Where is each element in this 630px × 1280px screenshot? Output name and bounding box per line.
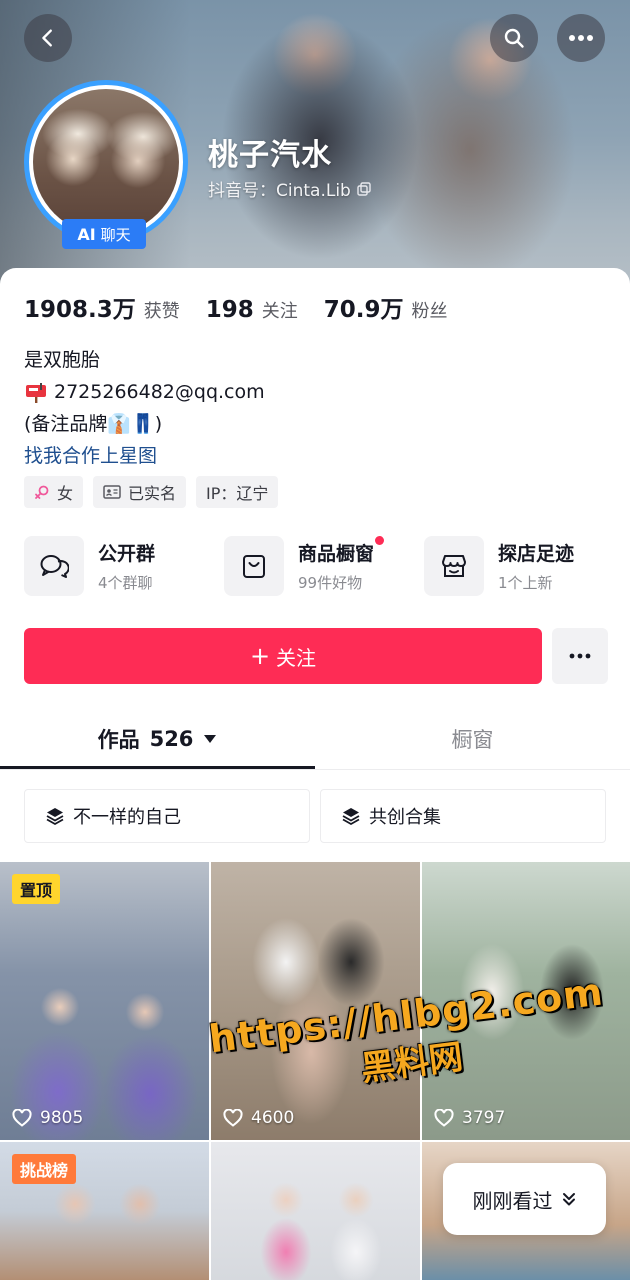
douyin-id-row[interactable]: 抖音号：Cinta.Lib: [208, 176, 371, 201]
tab-works-count: 526: [149, 727, 194, 751]
service-title: 公开群: [98, 543, 156, 565]
collections-row: 不一样的自己 共创合集: [24, 789, 606, 843]
tag-label: 已实名: [128, 484, 177, 503]
tab-window[interactable]: 橱窗: [315, 708, 630, 770]
stat-followers[interactable]: 70.9万 粉丝: [324, 290, 448, 324]
search-icon: [504, 28, 524, 48]
stat-label: 粉丝: [411, 301, 448, 322]
video-likes: 3797: [434, 1108, 505, 1128]
mailbox-icon: [26, 383, 46, 403]
video-likes: 4600: [223, 1108, 294, 1128]
stat-label: 关注: [261, 301, 298, 322]
bio-line: 是双胞胎: [24, 349, 101, 371]
search-button[interactable]: [490, 14, 538, 62]
more-options-button[interactable]: [557, 14, 605, 62]
tag-label: IP：辽宁: [206, 484, 269, 503]
layers-icon: [46, 808, 64, 826]
heart-icon: [434, 1109, 454, 1127]
id-card-icon: [103, 485, 121, 499]
just-watched-button[interactable]: 刚刚看过: [443, 1163, 606, 1235]
more-dots-icon: [569, 35, 593, 41]
service-icon-box: [424, 536, 484, 596]
challenge-chart-badge: 挑战榜: [12, 1154, 77, 1184]
plus-icon: +: [249, 642, 271, 670]
avatar-image: [33, 89, 179, 235]
service-public-group[interactable]: 公开群 4个群聊: [24, 536, 224, 596]
tag-ip: IP：辽宁: [196, 476, 279, 508]
stat-value: 198: [205, 297, 254, 323]
follow-more-button[interactable]: [552, 628, 608, 684]
service-subtitle: 1个上新: [498, 574, 553, 592]
heart-icon: [223, 1109, 243, 1127]
follow-label: 关注: [276, 645, 317, 670]
bio: 是双胞胎 2725266482@qq.com (备注品牌👔👖) 找我合作上星图: [24, 344, 265, 472]
tab-works[interactable]: 作品 526: [0, 708, 315, 770]
pinned-badge: 置顶: [12, 874, 61, 904]
douyin-id-text: 抖音号：Cinta.Lib: [208, 181, 351, 201]
tag-label: 女: [57, 484, 74, 503]
content-tabs: 作品 526 橱窗: [0, 708, 630, 770]
service-icon-box: [24, 536, 84, 596]
action-row: + 关注: [24, 628, 608, 684]
shopping-bag-icon: [243, 555, 265, 578]
just-watched-label: 刚刚看过: [472, 1188, 553, 1213]
chevron-left-icon: [42, 29, 52, 47]
collection-label: 共创合集: [369, 807, 441, 828]
likes-count: 3797: [462, 1108, 506, 1128]
video-thumbnail[interactable]: [211, 1142, 420, 1280]
bio-email: 2725266482@qq.com: [54, 381, 265, 403]
double-chevron-down-icon: [562, 1193, 575, 1206]
video-thumbnail[interactable]: 挑战榜: [0, 1142, 209, 1280]
tab-active-indicator: [0, 766, 315, 769]
service-text: 商品橱窗 99件好物: [298, 536, 385, 593]
likes-count: 4600: [251, 1108, 295, 1128]
stat-value: 1908.3万: [24, 297, 136, 323]
service-title: 探店足迹: [498, 543, 575, 565]
heart-icon: [12, 1109, 32, 1127]
service-shortcuts: 公开群 4个群聊 商品橱窗 99件好物 探店足迹 1个上新: [24, 536, 606, 596]
collection-label: 不一样的自己: [73, 807, 181, 828]
female-icon: [35, 485, 49, 499]
bio-cooperation-link[interactable]: 找我合作上星图: [24, 440, 265, 472]
ai-badge-ai: AI: [77, 224, 96, 244]
profile-nickname: 桃子汽水: [208, 138, 332, 173]
back-button[interactable]: [24, 14, 72, 62]
collection-co-creation[interactable]: 共创合集: [320, 789, 606, 843]
stat-likes[interactable]: 1908.3万 获赞: [24, 290, 180, 324]
ai-chat-badge[interactable]: AI 聊天: [62, 219, 146, 249]
likes-count: 9805: [40, 1108, 84, 1128]
copy-icon[interactable]: [357, 181, 371, 196]
more-dots-icon: [569, 653, 591, 659]
service-title: 商品橱窗: [298, 536, 385, 566]
service-shop-visits[interactable]: 探店足迹 1个上新: [424, 536, 606, 596]
service-text: 探店足迹 1个上新: [498, 539, 574, 593]
layers-icon: [342, 808, 360, 826]
shop-icon: [442, 555, 466, 577]
service-text: 公开群 4个群聊: [98, 539, 155, 593]
stat-following[interactable]: 198 关注: [206, 297, 298, 323]
stat-label: 获赞: [143, 301, 180, 322]
ai-badge-label: 聊天: [100, 225, 131, 244]
stats-row: 1908.3万 获赞 198 关注 70.9万 粉丝: [24, 290, 448, 324]
profile-tags: 女 已实名 IP：辽宁: [24, 476, 279, 508]
service-subtitle: 4个群聊: [98, 574, 153, 592]
service-icon-box: [224, 536, 284, 596]
tab-works-label: 作品: [97, 728, 140, 752]
chat-bubbles-icon: [40, 555, 69, 578]
service-subtitle: 99件好物: [298, 574, 363, 592]
tag-verified: 已实名: [93, 476, 187, 508]
caret-down-icon: [204, 735, 217, 743]
bio-line: (备注品牌👔👖): [24, 413, 163, 435]
video-thumbnail[interactable]: 置顶 9805: [0, 862, 209, 1140]
stat-value: 70.9万: [323, 297, 404, 323]
collection-different-self[interactable]: 不一样的自己: [24, 789, 310, 843]
tag-gender: 女: [24, 476, 84, 508]
bio-email-line: 2725266482@qq.com: [24, 376, 265, 408]
follow-button[interactable]: + 关注: [24, 628, 542, 684]
service-title-text: 商品橱窗: [298, 543, 375, 565]
video-likes: 9805: [12, 1108, 83, 1128]
service-product-window[interactable]: 商品橱窗 99件好物: [224, 536, 424, 596]
new-dot-indicator: [375, 536, 385, 545]
